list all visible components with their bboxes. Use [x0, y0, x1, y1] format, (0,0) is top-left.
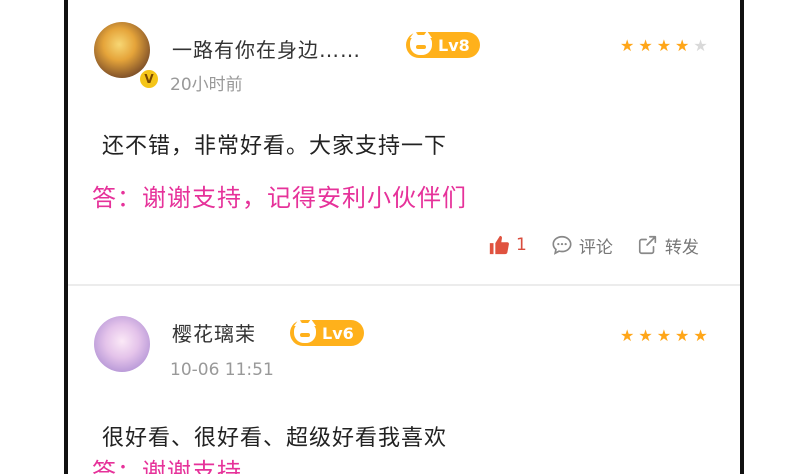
action-bar: 1 评论 转发 — [488, 232, 723, 258]
cat-icon — [410, 31, 432, 55]
level-badge: Lv6 — [290, 319, 364, 346]
comment-bubble-icon — [551, 234, 573, 256]
comment-text: 还不错，非常好看。大家支持一下 — [102, 134, 448, 159]
timestamp: 10-06 11:51 — [170, 360, 274, 380]
share-button[interactable]: 转发 — [637, 233, 699, 258]
avatar[interactable] — [94, 316, 150, 372]
share-label: 转发 — [664, 237, 699, 258]
reply-text: 答：谢谢支持，记得安利小伙伴们 — [92, 184, 467, 212]
star-icon: ★ — [675, 326, 690, 345]
reply-text: 答：谢谢支持 — [92, 458, 242, 474]
left-frame — [0, 0, 68, 474]
star-icon: ★ — [693, 326, 708, 345]
share-icon — [637, 234, 659, 256]
comment-button[interactable]: 评论 — [551, 233, 613, 258]
like-button[interactable]: 1 — [488, 234, 527, 256]
username[interactable]: 一路有你在身边…… — [172, 34, 361, 63]
star-icon: ★ — [656, 326, 672, 345]
comment-text: 很好看、很好看、超级好看我喜欢 — [102, 426, 448, 451]
comment-item: 樱花璃茉 Lv6 ★ ★ ★ ★ ★ 10-06 11:51 很好看、很好看、超… — [68, 292, 740, 474]
comment-item: V 一路有你在身边…… Lv8 ★ ★ ★ ★ ★ 20小时前 还不错，非常好看… — [68, 0, 740, 286]
star-icon: ★ — [638, 36, 653, 55]
comment-list: V 一路有你在身边…… Lv8 ★ ★ ★ ★ ★ 20小时前 还不错，非常好看… — [68, 0, 740, 474]
rating-stars: ★ ★ ★ ★ ★ — [620, 328, 708, 344]
divider — [68, 284, 740, 286]
level-text: Lv6 — [322, 323, 354, 343]
rating-stars: ★ ★ ★ ★ ★ — [620, 38, 708, 54]
cat-icon — [294, 319, 316, 343]
right-frame — [740, 0, 800, 474]
comment-label: 评论 — [578, 237, 613, 258]
timestamp: 20小时前 — [170, 75, 243, 95]
vip-badge: V — [138, 68, 160, 90]
level-badge: Lv8 — [406, 31, 480, 58]
star-icon: ★ — [656, 36, 672, 55]
username[interactable]: 樱花璃茉 — [172, 318, 256, 347]
star-icon: ★ — [638, 326, 653, 345]
thumbs-up-icon — [488, 234, 510, 256]
star-icon: ★ — [620, 326, 635, 345]
level-text: Lv8 — [438, 35, 470, 55]
star-empty-icon: ★ — [693, 36, 708, 55]
star-icon: ★ — [620, 36, 635, 55]
star-icon: ★ — [675, 36, 690, 55]
like-count: 1 — [516, 235, 527, 255]
